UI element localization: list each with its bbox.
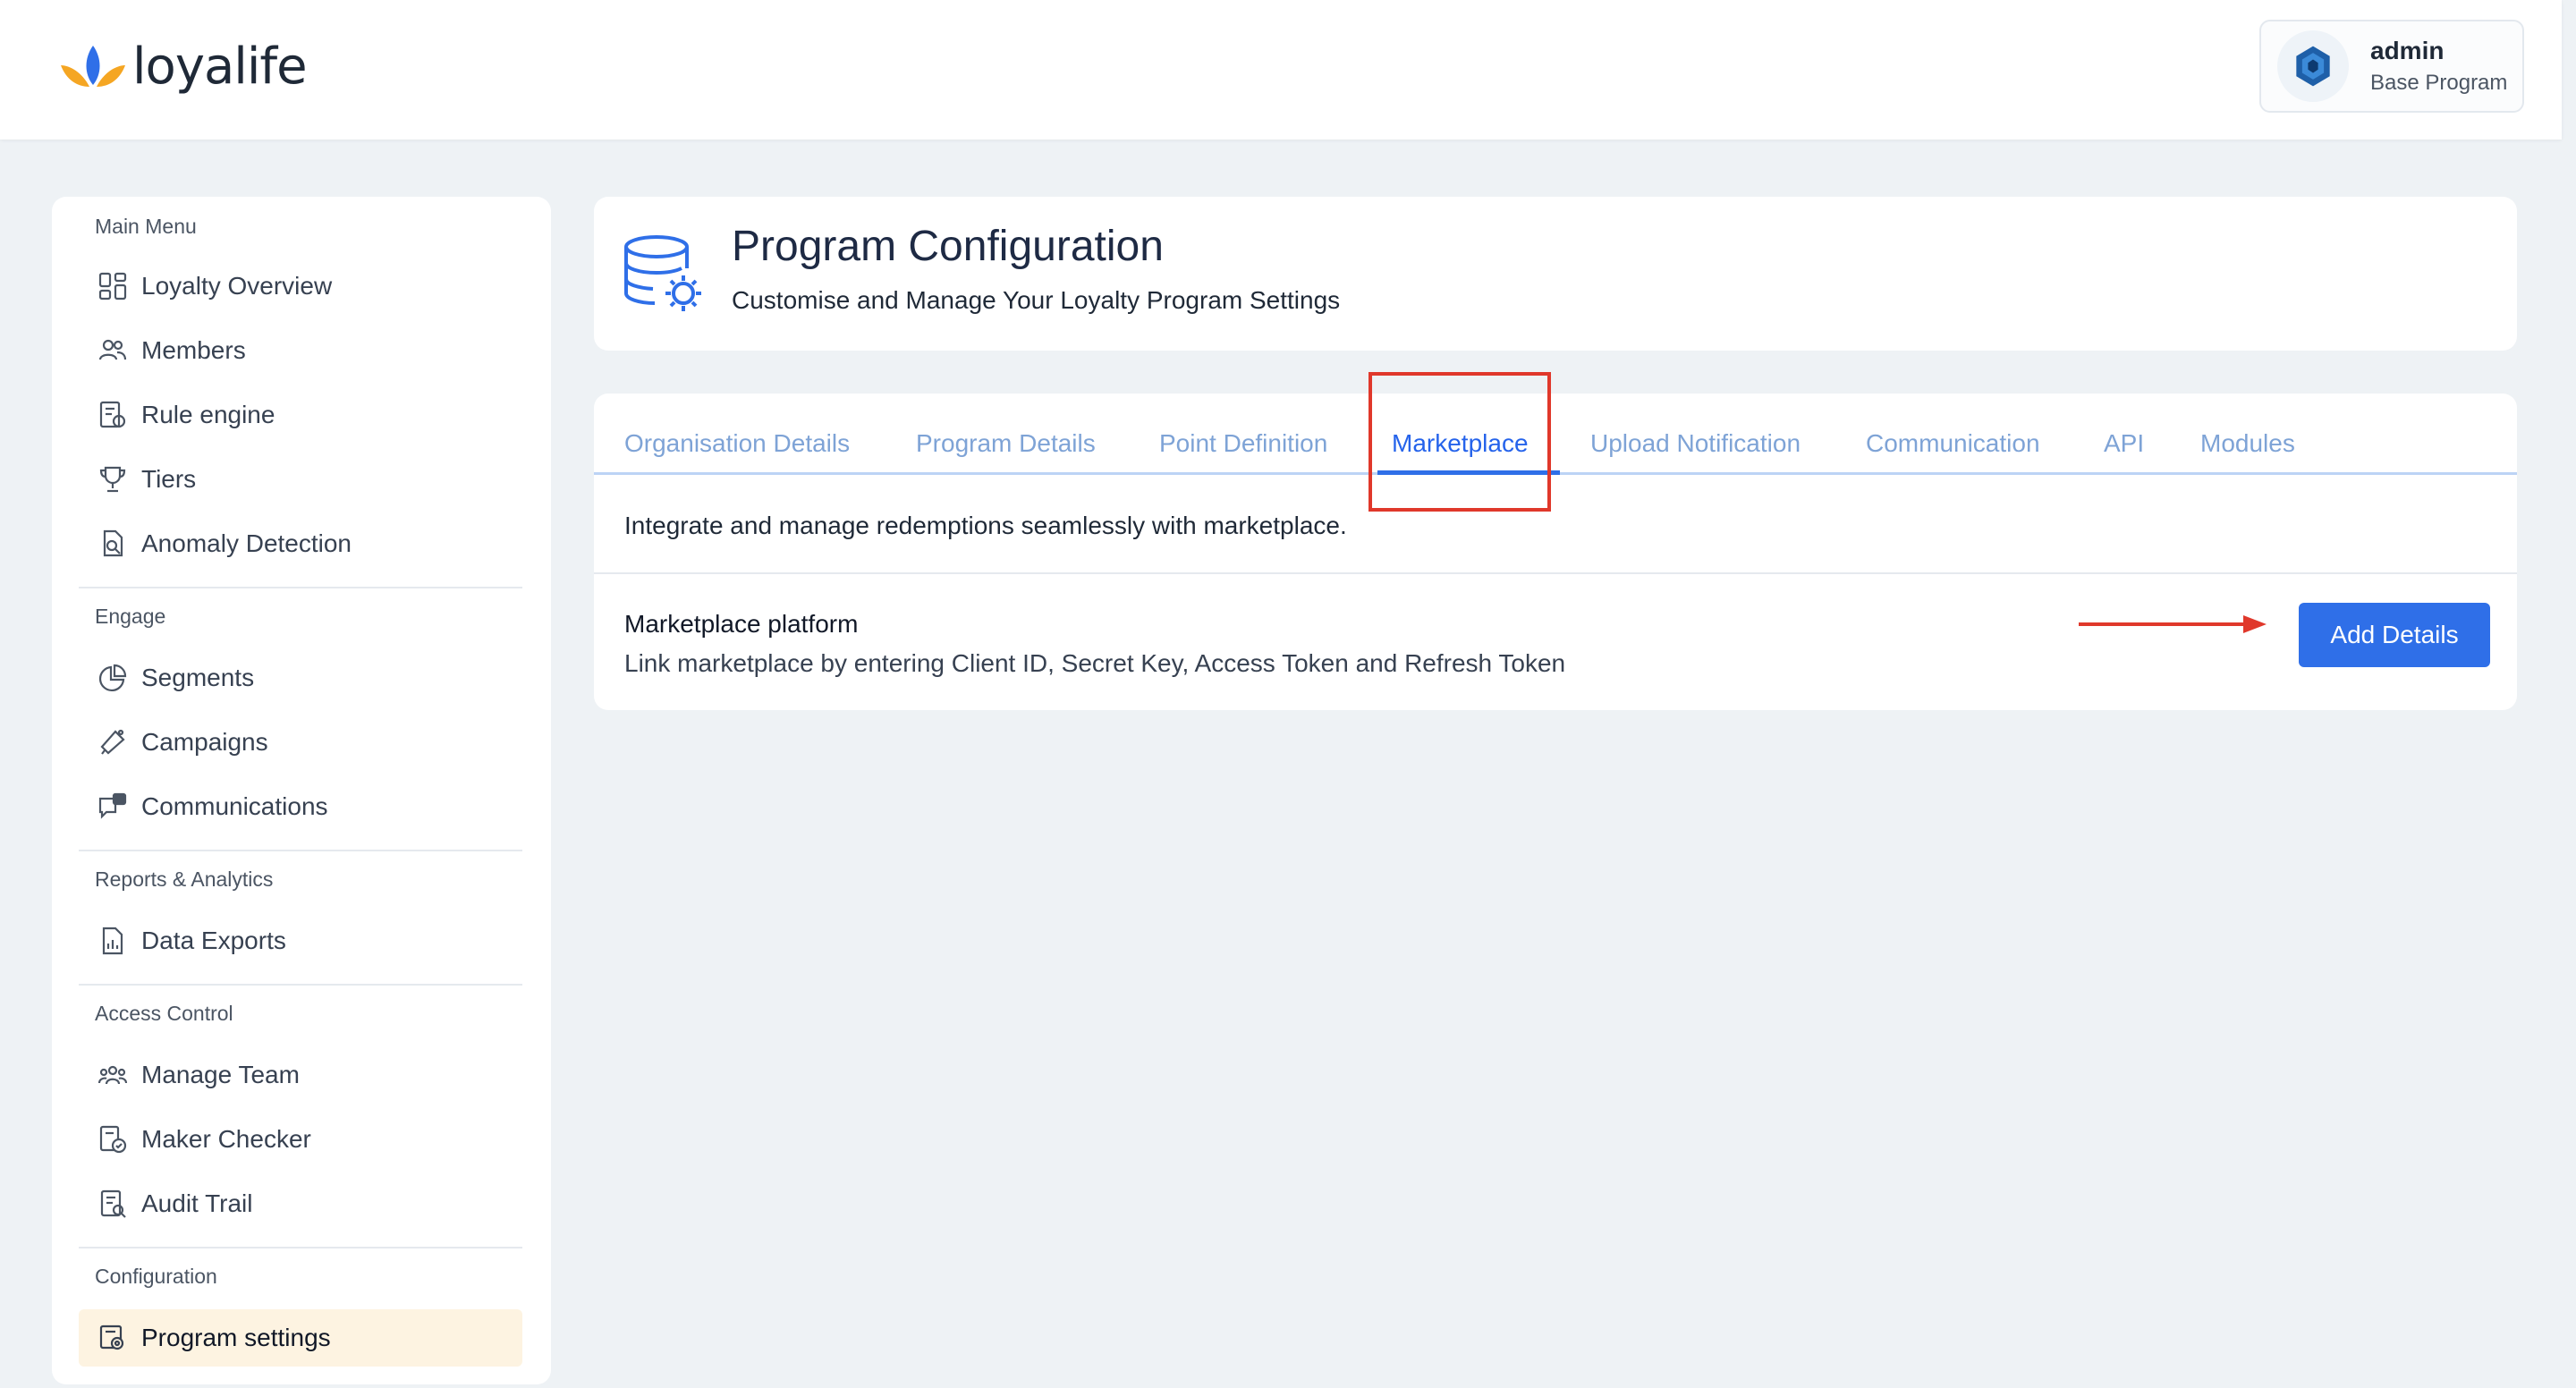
user-program: Base Program: [2370, 71, 2508, 95]
sidebar-item-loyalty-overview[interactable]: Loyalty Overview: [79, 258, 522, 315]
sidebar-item-label: Communications: [141, 792, 328, 820]
sidebar-item-label: Campaigns: [141, 728, 268, 756]
lotus-logo-icon: [61, 45, 125, 87]
tab-modules[interactable]: Modules: [2200, 429, 2295, 458]
sidebar-item-campaigns[interactable]: Campaigns: [79, 714, 522, 771]
sidebar-item-data-exports[interactable]: Data Exports: [79, 912, 522, 969]
anomaly-detection-icon: [95, 526, 131, 562]
section-title-configuration: Configuration: [95, 1265, 217, 1288]
tab-organisation-details[interactable]: Organisation Details: [624, 429, 850, 458]
maker-checker-icon: [95, 1121, 131, 1157]
add-details-button[interactable]: Add Details: [2299, 603, 2490, 667]
program-configuration-header: Program Configuration Customise and Mana…: [594, 197, 2517, 351]
tab-communication[interactable]: Communication: [1866, 429, 2040, 458]
sidebar-item-segments[interactable]: Segments: [79, 649, 522, 707]
tab-program-details[interactable]: Program Details: [916, 429, 1096, 458]
user-name: admin: [2370, 37, 2445, 64]
chat-icon: [95, 789, 131, 825]
team-icon: [95, 1057, 131, 1093]
sidebar-divider: [79, 850, 522, 851]
sidebar: Main Menu Loyalty Overview Members Rule …: [52, 197, 551, 1384]
sidebar-item-tiers[interactable]: Tiers: [79, 451, 522, 508]
sidebar-item-label: Anomaly Detection: [141, 529, 352, 557]
sidebar-item-label: Maker Checker: [141, 1125, 311, 1153]
page-title: Program Configuration: [732, 223, 1164, 270]
sidebar-item-label: Manage Team: [141, 1061, 300, 1088]
rule-engine-icon: [95, 397, 131, 433]
section-title-main-menu: Main Menu: [95, 215, 197, 238]
settings-icon: [95, 1320, 131, 1356]
report-file-icon: [95, 923, 131, 959]
configuration-tabs-card: Organisation Details Program Details Poi…: [594, 394, 2517, 710]
sidebar-divider: [79, 984, 522, 986]
sidebar-divider: [79, 587, 522, 588]
dashboard-icon: [95, 268, 131, 304]
marketplace-platform-title: Marketplace platform: [624, 610, 859, 638]
sidebar-item-anomaly-detection[interactable]: Anomaly Detection: [79, 515, 522, 572]
sidebar-item-maker-checker[interactable]: Maker Checker: [79, 1111, 522, 1168]
pie-chart-icon: [95, 660, 131, 696]
brand-logo[interactable]: loyalife: [57, 38, 308, 96]
tab-api[interactable]: API: [2104, 429, 2144, 458]
audit-trail-icon: [95, 1186, 131, 1222]
database-settings-icon: [624, 235, 701, 311]
tab-upload-notification[interactable]: Upload Notification: [1590, 429, 1801, 458]
annotation-arrow-icon: [2079, 615, 2267, 633]
marketplace-platform-subtitle: Link marketplace by entering Client ID, …: [624, 649, 1566, 677]
marketplace-description: Integrate and manage redemptions seamles…: [624, 512, 1347, 539]
top-header: loyalife admin Base Program: [0, 0, 2562, 140]
trophy-icon: [95, 461, 131, 497]
section-title-reports: Reports & Analytics: [95, 868, 274, 891]
tab-bar: Organisation Details Program Details Poi…: [594, 394, 2517, 476]
section-title-access-control: Access Control: [95, 1002, 233, 1025]
marketplace-tab-highlight: [1368, 372, 1551, 512]
megaphone-icon: [95, 724, 131, 760]
sidebar-item-label: Rule engine: [141, 401, 275, 428]
sidebar-item-label: Tiers: [141, 465, 197, 493]
section-title-engage: Engage: [95, 605, 166, 628]
sidebar-item-label: Members: [141, 336, 246, 364]
sidebar-item-label: Segments: [141, 664, 255, 691]
members-icon: [95, 333, 131, 368]
section-divider: [594, 572, 2517, 574]
sidebar-item-label: Program settings: [141, 1324, 331, 1351]
sidebar-item-label: Audit Trail: [141, 1189, 253, 1217]
avatar-hexagon-icon: [2296, 46, 2330, 87]
page-subtitle: Customise and Manage Your Loyalty Progra…: [732, 286, 1341, 314]
tab-point-definition[interactable]: Point Definition: [1159, 429, 1327, 458]
sidebar-item-audit-trail[interactable]: Audit Trail: [79, 1175, 522, 1232]
brand-name: loyalife: [132, 38, 308, 96]
sidebar-item-members[interactable]: Members: [79, 322, 522, 379]
sidebar-item-label: Data Exports: [141, 927, 286, 954]
avatar: [2277, 30, 2349, 102]
sidebar-item-rule-engine[interactable]: Rule engine: [79, 386, 522, 444]
sidebar-divider: [79, 1247, 522, 1248]
sidebar-item-communications[interactable]: Communications: [79, 778, 522, 835]
sidebar-item-manage-team[interactable]: Manage Team: [79, 1046, 522, 1104]
user-profile-menu[interactable]: admin Base Program: [2259, 20, 2524, 113]
sidebar-item-program-settings[interactable]: Program settings: [79, 1309, 522, 1367]
sidebar-item-label: Loyalty Overview: [141, 272, 333, 300]
